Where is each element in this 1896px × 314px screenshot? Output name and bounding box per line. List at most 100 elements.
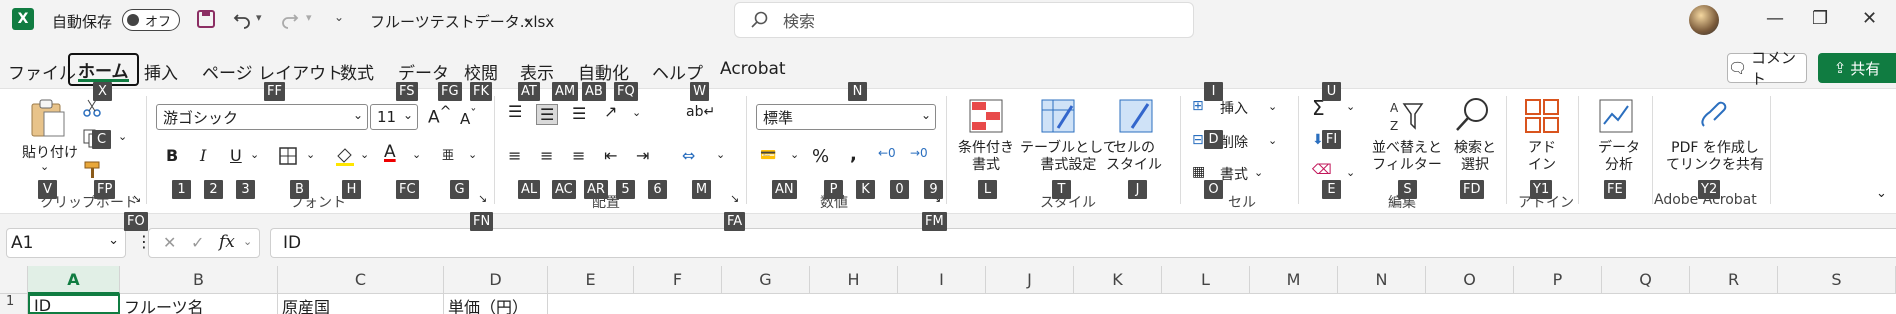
decrease-font-icon[interactable]: Aˇ [460,106,477,128]
borders-icon[interactable] [278,146,298,166]
tab-insert[interactable]: 挿入 [144,59,178,84]
minimize-icon[interactable]: — [1766,8,1784,29]
tab-view[interactable]: 表示 [520,59,554,84]
decrease-decimal-icon[interactable]: →0 [910,146,928,160]
tab-review[interactable]: 校閲 [464,59,498,84]
clear-dropdown-icon[interactable]: ⌄ [1346,166,1355,179]
format-as-table-label[interactable]: テーブルとして 書式設定 [1020,140,1117,174]
search-box[interactable]: 検索 [734,2,1194,38]
sort-filter-label[interactable]: 並べ替えと フィルター [1372,140,1442,174]
insert-dropdown-icon[interactable]: ⌄ [1268,100,1277,113]
column-header[interactable]: K [1074,266,1162,294]
format-dropdown-icon[interactable]: ⌄ [1254,166,1263,179]
clear-icon[interactable]: ⌫ [1312,162,1332,178]
cell-c1[interactable]: 原産国 [278,294,444,314]
align-right-icon[interactable]: ≡ [572,146,585,165]
column-header[interactable]: M [1250,266,1338,294]
copy-dropdown-icon[interactable]: ⌄ [118,130,127,143]
column-header[interactable]: A [28,266,120,294]
collapse-ribbon-icon[interactable]: ⌄ [1876,186,1887,201]
comma-icon[interactable]: , [850,144,857,165]
customize-toolbar-icon[interactable]: ⌄ [334,10,344,24]
phonetic-icon[interactable]: 亜 [442,146,454,163]
paste-icon[interactable] [28,98,68,138]
paste-label[interactable]: 貼り付け [22,142,78,162]
wrap-text-icon[interactable]: ab↵ [686,104,715,120]
undo-icon[interactable] [232,9,252,29]
restore-icon[interactable]: ❐ [1812,8,1828,29]
align-center-icon[interactable]: ≡ [540,146,553,165]
tab-automate[interactable]: 自動化 [578,59,629,84]
close-icon[interactable]: ✕ [1862,8,1877,29]
cell-styles-icon[interactable] [1118,98,1154,134]
tab-acrobat[interactable]: Acrobat [720,59,786,79]
phonetic-dropdown-icon[interactable]: ⌄ [468,148,477,161]
save-icon[interactable] [196,9,216,29]
align-top-icon[interactable]: ☰ [508,102,522,121]
pdf-link-icon[interactable] [1696,98,1730,132]
redo-icon[interactable] [280,9,300,29]
format-cells-icon[interactable]: ▦ [1192,164,1205,180]
column-header[interactable]: F [634,266,722,294]
column-header[interactable]: P [1514,266,1602,294]
column-header[interactable]: S [1778,266,1896,294]
delete-dropdown-icon[interactable]: ⌄ [1268,134,1277,147]
currency-dropdown-icon[interactable]: ⌄ [790,148,799,161]
comment-button[interactable]: 🗨 コメント [1727,49,1807,88]
row-header[interactable]: 1 [0,294,28,314]
insert-cells-icon[interactable]: ⊞ [1192,98,1204,114]
confirm-formula-icon[interactable]: ✓ [191,233,204,252]
column-header[interactable]: H [810,266,898,294]
tab-file[interactable]: ファイル [8,59,76,84]
font-name-combo[interactable]: 游ゴシック ⌄ [156,104,368,130]
insert-function-icon[interactable]: fx [219,232,235,252]
alignment-launcher-icon[interactable]: ↘ [730,192,739,205]
format-as-table-icon[interactable] [1040,98,1076,134]
find-select-icon[interactable] [1454,96,1492,134]
borders-dropdown-icon[interactable]: ⌄ [306,148,315,161]
cell-styles-label[interactable]: セルの スタイル [1106,140,1162,174]
addins-icon[interactable] [1524,98,1560,134]
font-color-dropdown-icon[interactable]: ⌄ [412,148,421,161]
column-header[interactable]: Q [1602,266,1690,294]
column-header[interactable]: R [1690,266,1778,294]
increase-decimal-icon[interactable]: ←0 [878,146,896,160]
decrease-indent-icon[interactable]: ⇤ [604,146,617,165]
merge-dropdown-icon[interactable]: ⌄ [716,148,725,161]
format-cells-label[interactable]: 書式 [1220,164,1248,184]
delete-cells-label[interactable]: 削除 [1220,132,1248,152]
redo-dropdown-icon[interactable]: ▾ [306,11,312,24]
currency-icon[interactable]: 💳 [760,148,776,163]
tab-help[interactable]: ヘルプ [652,59,703,84]
tab-formulas[interactable]: 数式 [340,59,374,84]
percent-icon[interactable]: % [812,146,829,167]
align-bottom-icon[interactable]: ☰ [572,104,586,123]
filename-chevron-icon[interactable]: ⌄ [522,11,532,25]
font-launcher-icon[interactable]: ↘ [478,192,487,205]
column-header[interactable]: O [1426,266,1514,294]
share-button[interactable]: ⇪ 共有 [1818,53,1896,83]
merge-center-icon[interactable]: ⇔ [682,146,695,165]
column-header[interactable]: L [1162,266,1250,294]
cut-icon[interactable] [82,98,102,118]
sort-filter-icon[interactable]: AZ [1388,98,1424,134]
increase-indent-icon[interactable]: ⇥ [636,146,649,165]
formula-input[interactable]: ID [270,228,1896,258]
column-header[interactable]: G [722,266,810,294]
delete-cells-icon[interactable]: ⊟ [1192,132,1204,148]
cell-b1[interactable]: フルーツ名 [120,294,278,314]
cell-d1[interactable]: 単価（円） [444,294,548,314]
select-all-corner[interactable] [0,266,28,294]
clipboard-launcher-icon[interactable]: ↘ [132,192,141,205]
number-format-combo[interactable]: 標準 ⌄ [756,104,936,130]
addins-label[interactable]: アド イン [1528,140,1556,174]
bold-icon[interactable]: B [166,146,178,165]
underline-icon[interactable]: U [230,146,242,165]
cell-a1[interactable]: ID [28,294,120,314]
name-box[interactable]: A1 ⌄ [6,228,126,258]
data-analysis-icon[interactable] [1598,98,1634,134]
font-color-icon[interactable]: A [384,142,396,162]
column-header[interactable]: E [548,266,634,294]
autosave-toggle[interactable]: オフ [122,9,180,31]
column-header[interactable]: I [898,266,986,294]
